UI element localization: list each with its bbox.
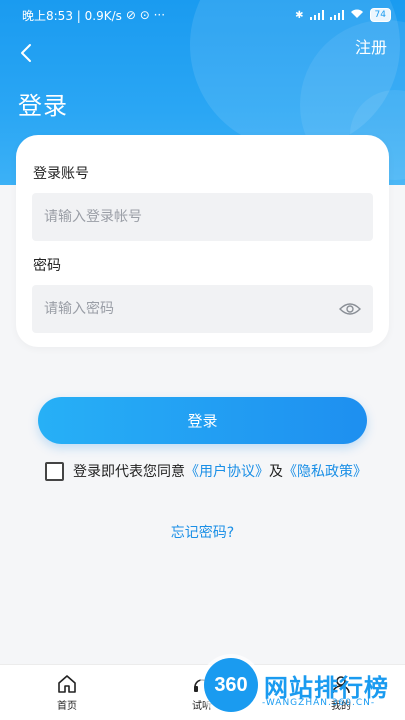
password-field[interactable] [32,285,373,333]
bluetooth-icon: ✱ [295,9,304,21]
password-label: 密码 [33,258,61,274]
login-button[interactable]: 登录 [38,397,367,444]
eye-icon[interactable] [339,301,361,317]
watermark-logo: 360 [204,658,258,712]
status-time: 晚上8:53 | 0.9K/s [22,8,122,23]
page-title: 登录 [18,92,68,120]
status-icons: ⊘ ⊙ ··· [125,8,166,22]
watermark: 360 网站排行榜 -WANGZHAN.360.CN- [196,650,405,720]
chevron-left-icon [21,44,31,62]
status-bar: 晚上8:53 | 0.9K/s ⊘ ⊙ ··· ✱ 74 [0,0,405,30]
account-field[interactable] [32,193,373,241]
battery-indicator: 74 [369,8,391,22]
back-button[interactable] [14,38,38,68]
tab-home-label: 首页 [57,701,77,712]
privacy-policy-link[interactable]: 《隐私政策》 [283,461,367,481]
forgot-password-link[interactable]: 忘记密码? [0,522,405,542]
user-agreement-link[interactable]: 《用户协议》 [185,461,269,481]
register-link[interactable]: 注册 [355,34,387,58]
agreement-row: 登录即代表您同意 《用户协议》 及 《隐私政策》 [45,461,367,481]
watermark-domain: -WANGZHAN.360.CN- [262,698,376,708]
login-form-card: 登录账号 密码 [16,135,389,347]
agreement-text: 登录即代表您同意 [73,464,185,480]
account-label: 登录账号 [33,166,89,182]
agreement-and: 及 [269,464,283,480]
password-input[interactable] [44,301,339,317]
signal-icon [309,10,324,20]
wifi-icon [350,8,364,22]
tab-home[interactable]: 首页 [37,673,97,712]
account-input[interactable] [44,209,361,225]
signal-icon [329,10,344,20]
home-icon [58,675,76,693]
agreement-checkbox[interactable] [45,461,64,481]
